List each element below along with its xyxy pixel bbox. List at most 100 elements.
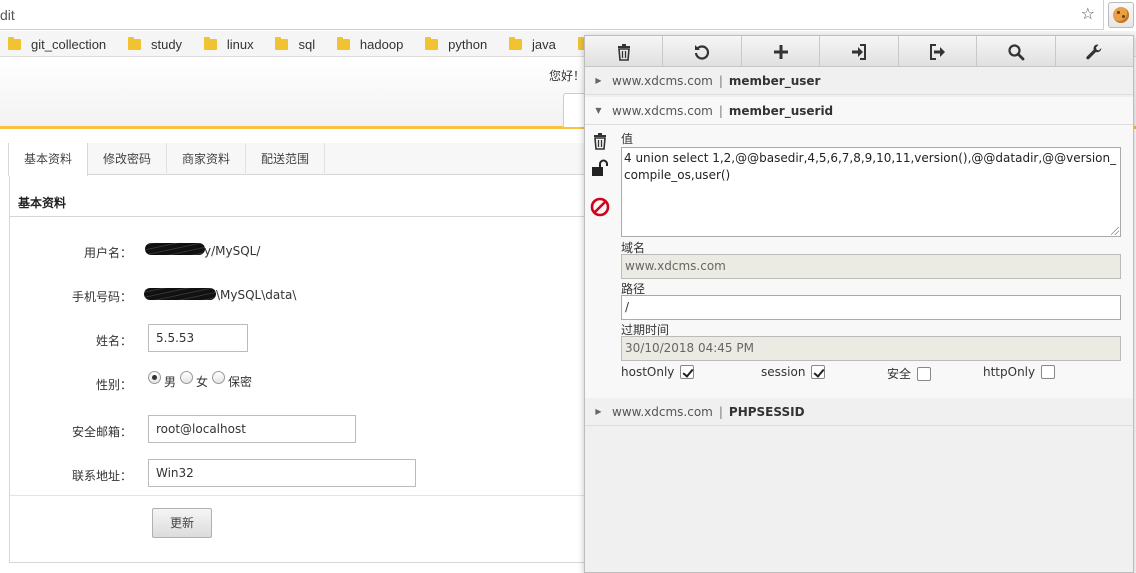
hostonly-checkbox[interactable] [680, 365, 695, 379]
expires-input[interactable]: 30/10/2018 04:45 PM [621, 336, 1121, 361]
domain-input[interactable]: www.xdcms.com [621, 254, 1121, 279]
search-icon [1008, 43, 1025, 60]
secure-label: 安全 [887, 367, 912, 381]
tab-merchant-info[interactable]: 商家资料 [167, 143, 247, 175]
delete-all-button[interactable] [585, 36, 664, 67]
bookmark-item[interactable]: linux [203, 31, 254, 56]
gender-radio-group: 男 女 保密 [148, 371, 256, 389]
cookie-name: member_user [728, 73, 821, 88]
redaction-scribble [144, 288, 216, 300]
bookmark-item[interactable]: git_collection [8, 31, 107, 56]
secure-flag: 安全 [887, 365, 932, 382]
phone-label: 手机号码： [71, 290, 132, 304]
block-icon [590, 197, 610, 217]
export-button[interactable] [899, 36, 978, 67]
radio-button[interactable] [148, 371, 161, 384]
resize-grip-icon[interactable] [1111, 227, 1119, 235]
httponly-checkbox[interactable] [1041, 365, 1056, 379]
import-icon [851, 43, 866, 60]
path-input[interactable]: / [621, 295, 1121, 320]
cookie-editor-popup: ▶ www.xdcms.com | member_user ▼ www.xdcm… [584, 35, 1134, 573]
cookie-icon [1113, 7, 1129, 23]
folder-icon [275, 36, 289, 50]
phone-value: \MySQL\data\ [216, 288, 297, 302]
wrench-icon [1086, 44, 1102, 59]
unlock-icon [592, 159, 608, 176]
export-icon [930, 43, 946, 60]
bookmark-label: git_collection [31, 36, 107, 52]
caret-right-icon: ▶ [595, 407, 602, 416]
update-button[interactable]: 更新 [152, 508, 212, 538]
cookie-row[interactable]: ▶ www.xdcms.com | member_user [585, 67, 1133, 95]
email-input[interactable]: root@localhost [148, 415, 356, 443]
search-button[interactable] [977, 36, 1056, 67]
bookmark-label: java [532, 36, 556, 52]
bookmark-label: linux [226, 36, 254, 52]
folder-icon [8, 36, 21, 50]
gender-label: 性别： [95, 378, 132, 392]
session-flag: session [761, 365, 826, 379]
section-divider [10, 216, 608, 217]
bookmark-star-icon[interactable]: ☆ [1081, 6, 1095, 22]
trash-icon [617, 43, 630, 61]
trash-icon [594, 133, 606, 150]
bookmark-item[interactable]: sql [275, 31, 316, 56]
folder-icon [203, 36, 217, 50]
cookie-domain: www.xdcms.com [612, 404, 713, 419]
username-value: y/MySQL/ [204, 244, 261, 258]
radio-button[interactable] [212, 371, 226, 384]
httponly-flag: httpOnly [983, 365, 1056, 379]
cookie-domain: www.xdcms.com [612, 103, 713, 118]
secure-checkbox[interactable] [917, 366, 932, 381]
protect-cookie-button[interactable] [590, 158, 610, 178]
caret-right-icon: ▶ [595, 76, 602, 85]
options-button[interactable] [1056, 36, 1133, 67]
tab-change-password[interactable]: 修改密码 [88, 143, 168, 175]
delete-cookie-button[interactable] [590, 131, 610, 151]
folder-icon [509, 36, 523, 50]
greeting-text: 您好！ [549, 69, 586, 83]
cookie-value-text: 4 union select 1,2,@@basedir,4,5,6,7,8,9… [624, 151, 1117, 182]
bookmark-label: python [448, 36, 488, 52]
tab-basic-info[interactable]: 基本资料 [8, 143, 89, 176]
email-label: 安全邮箱： [71, 425, 132, 439]
cookie-extension-button[interactable] [1108, 2, 1134, 28]
hostonly-label: hostOnly [621, 365, 675, 379]
address-bar[interactable]: dit ☆ [0, 0, 1104, 30]
session-checkbox[interactable] [811, 365, 826, 379]
address-input[interactable]: Win32 [148, 459, 416, 487]
hostonly-flag: hostOnly [621, 365, 695, 379]
cookie-row[interactable]: ▶ www.xdcms.com | PHPSESSID [585, 398, 1133, 426]
bookmark-item[interactable]: study [127, 31, 183, 56]
redaction-scribble [145, 243, 205, 255]
name-input[interactable]: 5.5.53 [148, 324, 248, 352]
gender-option-female[interactable]: 女 [180, 371, 208, 389]
bookmark-label: sql [298, 36, 316, 52]
radio-button[interactable] [180, 371, 194, 384]
cookie-separator: | [718, 103, 723, 118]
name-label: 姓名： [95, 334, 132, 348]
bookmark-label: study [150, 36, 183, 52]
gender-option-secret[interactable]: 保密 [212, 371, 252, 389]
bookmark-item[interactable]: hadoop [336, 31, 404, 56]
tab-delivery-range[interactable]: 配送范围 [246, 143, 326, 175]
add-cookie-button[interactable] [742, 36, 821, 67]
section-title: 基本资料 [18, 196, 67, 210]
bookmark-item[interactable]: python [425, 31, 488, 56]
cookie-value-textarea[interactable]: 4 union select 1,2,@@basedir,4,5,6,7,8,9… [621, 147, 1121, 237]
block-cookie-button[interactable] [590, 197, 610, 217]
cookie-toolbar [585, 36, 1133, 67]
cookie-domain: www.xdcms.com [612, 73, 713, 88]
cookie-row-expanded[interactable]: ▼ www.xdcms.com | member_userid [585, 97, 1133, 125]
import-button[interactable] [820, 36, 899, 67]
gender-option-male[interactable]: 男 [148, 371, 176, 389]
address-text: dit [0, 7, 15, 23]
cookie-separator: | [718, 73, 723, 88]
reset-button[interactable] [663, 36, 742, 67]
cookie-separator: | [718, 404, 723, 419]
folder-icon [127, 36, 141, 50]
profile-panel [9, 143, 609, 563]
bookmark-item[interactable]: java [509, 31, 556, 56]
bookmark-label: hadoop [359, 36, 404, 52]
folder-icon [425, 36, 439, 50]
